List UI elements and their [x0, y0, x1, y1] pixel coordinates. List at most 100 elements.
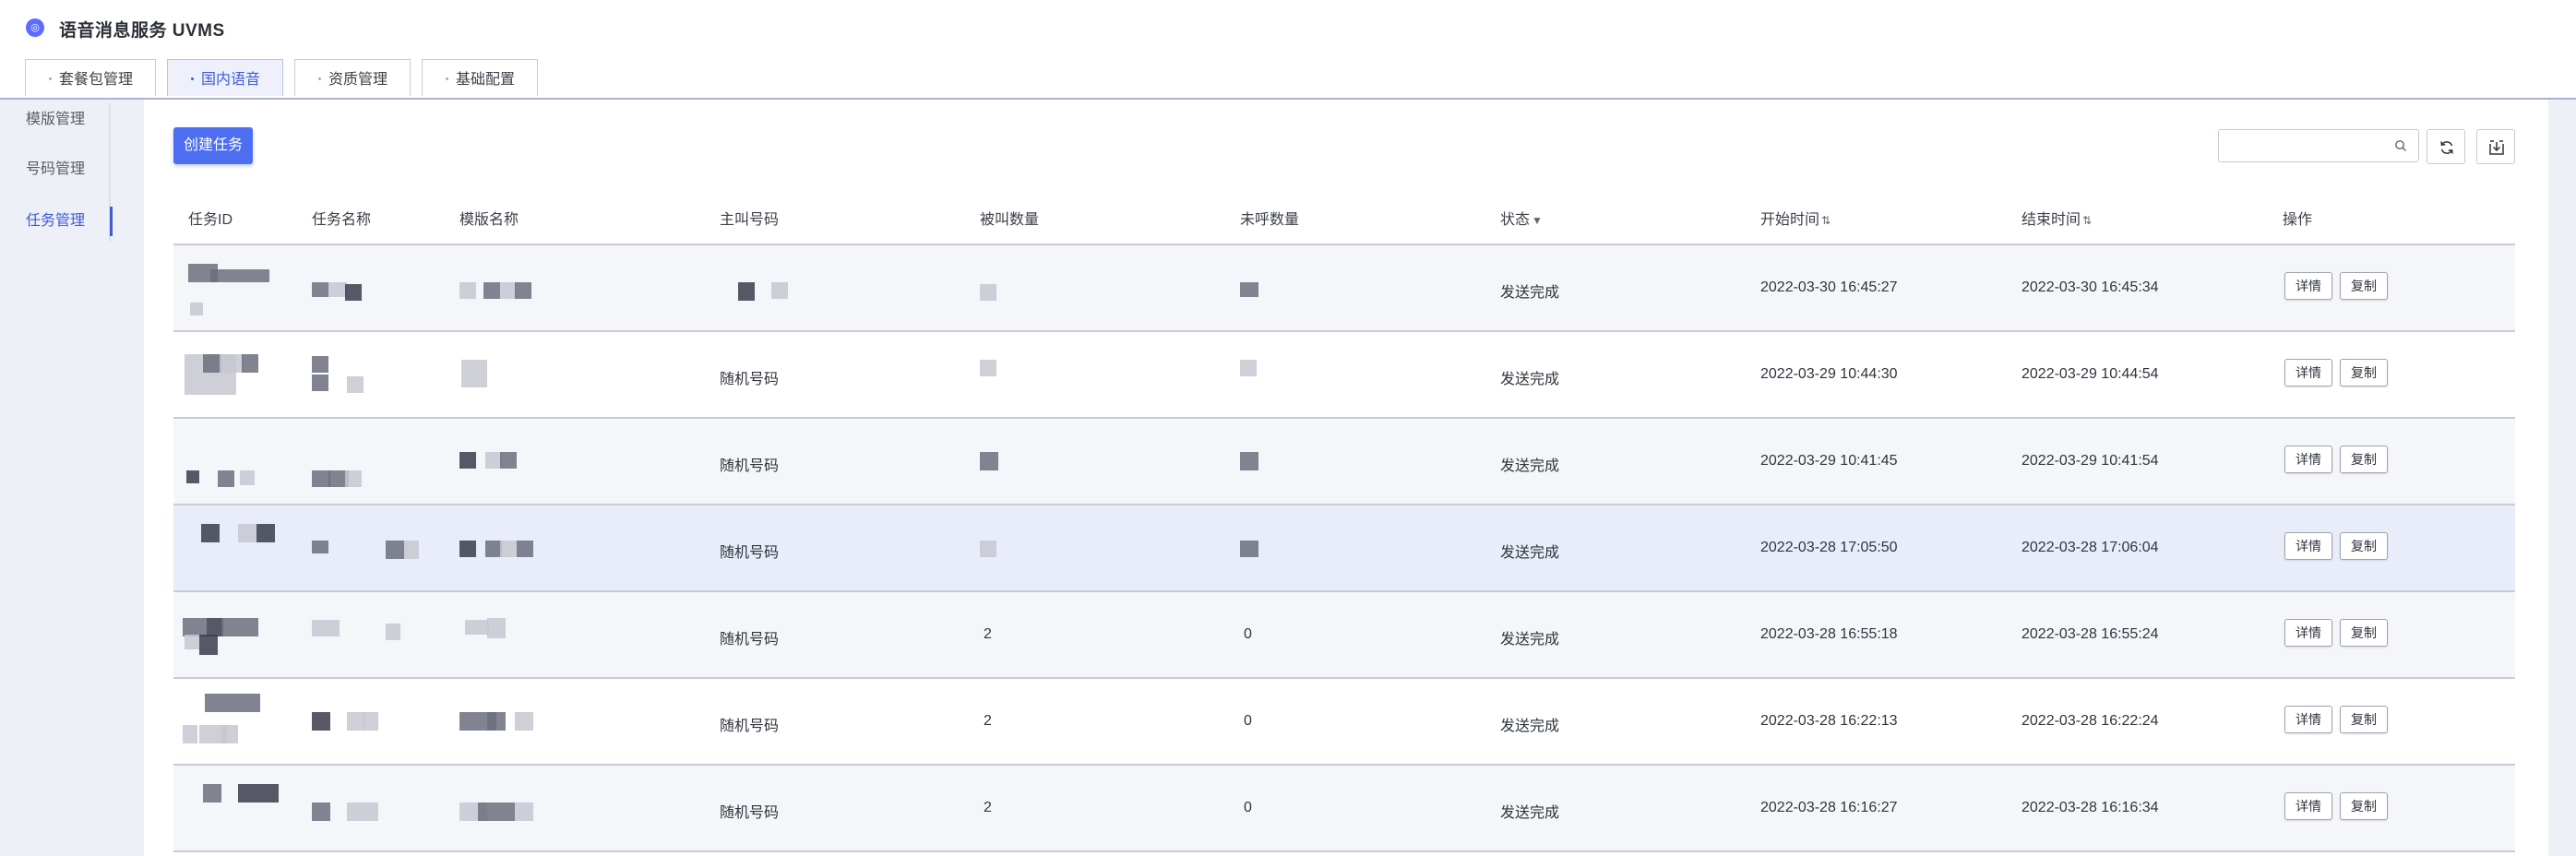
copy-button[interactable]: 复制 — [2340, 272, 2388, 300]
redacted-block — [347, 802, 364, 821]
col-end-time[interactable]: 结束时间 ⇅ — [2021, 207, 2092, 229]
copy-button[interactable]: 复制 — [2340, 532, 2388, 560]
redacted-block — [203, 784, 221, 802]
create-task-button[interactable]: 创建任务 — [173, 127, 253, 164]
cell-status: 发送完成 — [1500, 458, 1560, 474]
filter-icon[interactable]: ▼ — [1532, 214, 1543, 227]
redacted-block — [1240, 452, 1258, 470]
table-row[interactable]: 随机号码 2 0 发送完成 2022-03-28 16:55:18 2022-03-28 … — [173, 592, 2515, 679]
sidebar-item-template-management[interactable]: 模版管理 — [0, 101, 111, 138]
cell-end-time: 2022-03-28 17:06:04 — [2021, 540, 2159, 555]
detail-button[interactable]: 详情 — [2284, 706, 2332, 733]
redacted-block — [347, 376, 364, 393]
cell-caller-number: 随机号码 — [720, 545, 780, 561]
redacted-block — [190, 303, 203, 315]
redacted-block — [328, 282, 347, 297]
redacted-block — [738, 282, 755, 301]
redacted-block — [201, 524, 220, 542]
redacted-block — [203, 354, 221, 373]
redacted-block — [1240, 541, 1258, 557]
redacted-block — [221, 618, 258, 636]
cell-called-count: 2 — [984, 626, 992, 642]
cell-uncalled-count: 0 — [1244, 626, 1252, 642]
table-row[interactable]: 随机号码 发送完成 2022-03-29 10:44:30 2022-03-29 10… — [173, 332, 2515, 419]
refresh-button[interactable] — [2427, 129, 2465, 164]
cell-uncalled-count: 0 — [1244, 713, 1252, 729]
tab-dot-icon — [49, 77, 52, 80]
redacted-block — [980, 452, 998, 470]
redacted-block — [478, 802, 515, 821]
tab-domestic-voice[interactable]: 国内语音 — [167, 59, 284, 96]
cell-status: 发送完成 — [1500, 805, 1560, 821]
cell-start-time: 2022-03-29 10:41:45 — [1760, 453, 1898, 469]
tab-qualification-management[interactable]: 资质管理 — [294, 59, 411, 96]
col-task-id: 任务ID — [188, 212, 233, 228]
cell-end-time: 2022-03-28 16:16:34 — [2021, 800, 2159, 815]
cell-caller-number: 随机号码 — [720, 632, 780, 648]
col-start-time[interactable]: 开始时间 ⇅ — [1760, 207, 1831, 229]
tab-basic-config[interactable]: 基础配置 — [422, 59, 539, 96]
redacted-block — [221, 725, 238, 743]
detail-button[interactable]: 详情 — [2284, 619, 2332, 647]
copy-button[interactable]: 复制 — [2340, 446, 2388, 473]
table-row[interactable]: 发送完成 2022-03-30 16:45:27 2022-03-30 16:45:… — [173, 245, 2515, 332]
cell-start-time: 2022-03-28 16:22:13 — [1760, 713, 1898, 729]
detail-button[interactable]: 详情 — [2284, 272, 2332, 300]
redacted-block — [386, 624, 400, 640]
redacted-block — [487, 712, 506, 731]
redacted-block — [980, 360, 996, 376]
redacted-block — [218, 470, 234, 487]
copy-button[interactable]: 复制 — [2340, 706, 2388, 733]
search-input[interactable] — [2226, 130, 2396, 161]
copy-button[interactable]: 复制 — [2340, 619, 2388, 647]
cell-end-time: 2022-03-28 16:22:24 — [2021, 713, 2159, 729]
cell-start-time: 2022-03-30 16:45:27 — [1760, 279, 1898, 295]
table-row[interactable]: 随机号码 发送完成 2022-03-29 10:41:45 2022-03-29 10… — [173, 419, 2515, 505]
tab-package-management[interactable]: 套餐包管理 — [25, 59, 157, 96]
col-uncalled-count: 未呼数量 — [1240, 212, 1300, 228]
redacted-block — [517, 541, 533, 557]
detail-button[interactable]: 详情 — [2284, 446, 2332, 473]
col-end-time-label: 结束时间 — [2021, 212, 2081, 228]
redacted-block — [500, 452, 517, 469]
redacted-block — [312, 374, 328, 391]
redacted-block — [364, 712, 378, 731]
redacted-block — [364, 802, 378, 821]
sort-icon[interactable]: ⇅ — [2082, 214, 2092, 227]
tab-label: 资质管理 — [328, 72, 388, 88]
cell-caller-number: 随机号码 — [720, 372, 780, 387]
detail-button[interactable]: 详情 — [2284, 532, 2332, 560]
col-task-name: 任务名称 — [312, 212, 372, 228]
table-row[interactable]: 随机号码 发送完成 2022-03-28 17:05:50 2022-03-28 17… — [173, 505, 2515, 592]
app-title: 语音消息服务 UVMS — [59, 21, 225, 41]
table-row[interactable]: 随机号码 2 0 发送完成 2022-03-28 16:22:13 2022-03-28 … — [173, 679, 2515, 766]
task-table: 任务ID 任务名称 模版名称 主叫号码 被叫数量 未呼数量 状态 ▼ 开始时间 ⇅ … — [173, 186, 2515, 852]
col-caller-number: 主叫号码 — [720, 212, 780, 228]
tab-label: 基础配置 — [456, 72, 516, 88]
redacted-block — [483, 282, 500, 299]
copy-button[interactable]: 复制 — [2340, 359, 2388, 386]
copy-button[interactable]: 复制 — [2340, 792, 2388, 820]
col-status[interactable]: 状态 ▼ — [1500, 207, 1543, 229]
redacted-block — [220, 354, 244, 373]
sidebar-item-number-management[interactable]: 号码管理 — [0, 151, 111, 188]
redacted-block — [345, 470, 362, 487]
redacted-block — [386, 541, 404, 559]
scrollbar-track[interactable] — [2548, 100, 2576, 856]
sidebar-item-task-management[interactable]: 任务管理 — [0, 203, 113, 240]
sort-icon[interactable]: ⇅ — [1821, 214, 1831, 227]
search-icon[interactable] — [2394, 139, 2407, 152]
cell-caller-number: 随机号码 — [720, 719, 780, 734]
col-start-time-label: 开始时间 — [1760, 212, 1820, 228]
download-button[interactable] — [2476, 129, 2515, 164]
redacted-block — [459, 282, 476, 299]
cell-status: 发送完成 — [1500, 285, 1560, 301]
task-card: 创建任务 任务ID 任务名称 模版名称 主叫号码 被叫数量 未呼数量 状态 ▼ … — [144, 100, 2548, 856]
detail-button[interactable]: 详情 — [2284, 792, 2332, 820]
search-box[interactable] — [2218, 129, 2419, 162]
table-row[interactable]: 随机号码 2 0 发送完成 2022-03-28 16:16:27 2022-03-28 … — [173, 766, 2515, 852]
redacted-block — [771, 282, 788, 299]
table-body: 发送完成 2022-03-30 16:45:27 2022-03-30 16:45:… — [173, 245, 2515, 852]
detail-button[interactable]: 详情 — [2284, 359, 2332, 386]
redacted-block — [210, 269, 269, 282]
